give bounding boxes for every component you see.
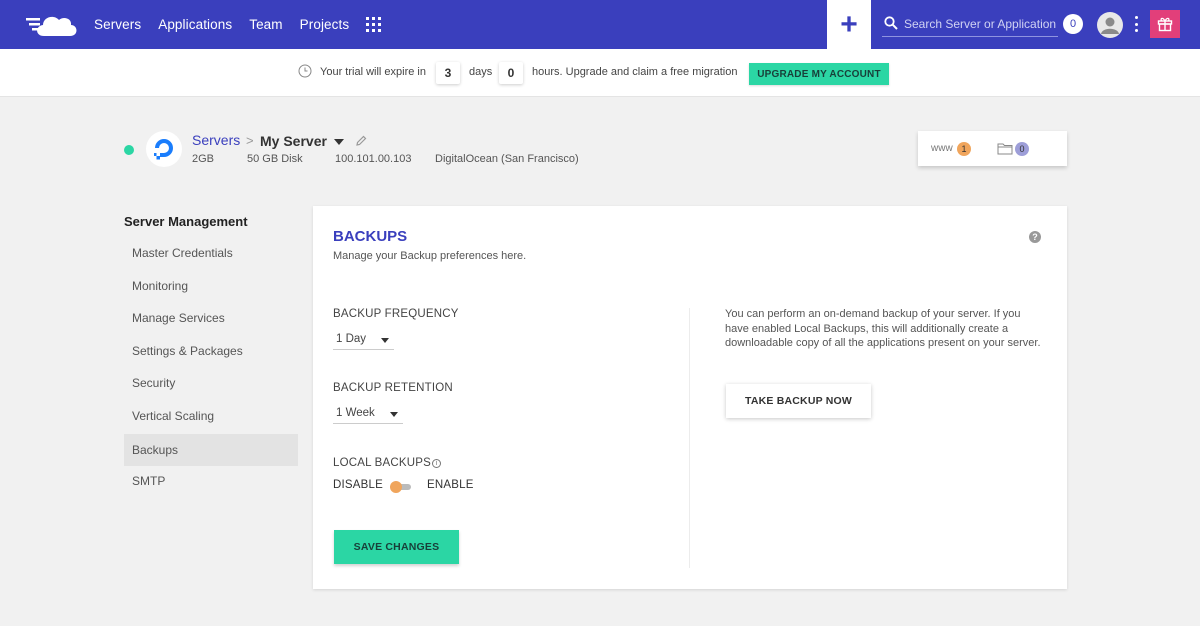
local-backups-label-text: LOCAL BACKUPS [333,457,432,469]
add-button[interactable]: + [827,0,871,49]
backups-panel: BACKUPS Manage your Backup preferences h… [313,206,1067,589]
sidebar-item-monitoring[interactable]: Monitoring [124,270,298,302]
nav-team[interactable]: Team [249,17,282,32]
sidebar-item-vertical-scaling[interactable]: Vertical Scaling [124,400,298,432]
panel-divider [689,308,690,568]
backup-frequency-label: BACKUP FREQUENCY [333,308,459,320]
save-changes-button[interactable]: SAVE CHANGES [334,530,459,564]
sidebar-item-manage-services[interactable]: Manage Services [124,302,298,334]
trial-prefix-text: Your trial will expire in [320,66,426,78]
search-input[interactable] [904,15,1058,33]
sidebar-item-security[interactable]: Security [124,367,298,399]
toggle-enable-label: ENABLE [427,479,474,491]
notification-count-badge[interactable]: 0 [1063,14,1083,34]
user-avatar-icon[interactable] [1097,12,1123,38]
sidebar-item-master-credentials[interactable]: Master Credentials [124,237,298,269]
trial-days-value: 3 [436,62,460,84]
backup-frequency-select[interactable]: 1 Day [333,328,394,350]
nav-projects[interactable]: Projects [300,17,350,32]
server-counts-card: www 1 0 [918,131,1067,166]
toggle-knob [390,481,402,493]
sidebar-title: Server Management [124,214,248,229]
backup-retention-select[interactable]: 1 Week [333,402,403,424]
upgrade-account-button[interactable]: UPGRADE MY ACCOUNT [749,63,889,85]
clock-icon [298,64,312,78]
local-backups-toggle[interactable] [390,481,412,493]
digitalocean-logo-icon [146,131,182,167]
breadcrumb-servers-link[interactable]: Servers [192,132,240,148]
page-title: BACKUPS [333,228,408,245]
sidebar-item-smtp[interactable]: SMTP [124,465,298,497]
grid-icon[interactable] [366,17,381,32]
backup-retention-label: BACKUP RETENTION [333,382,453,394]
backup-retention-value: 1 Week [336,406,375,419]
top-nav: Servers Applications Team Projects + 0 [0,0,1200,49]
search-box [882,12,1058,37]
chevron-down-icon [381,338,389,343]
server-ip: 100.101.00.103 [335,153,412,165]
www-icon[interactable]: www [931,143,953,154]
breadcrumb-separator: > [246,133,254,148]
edit-pencil-icon[interactable] [355,135,367,147]
local-backups-label: LOCAL BACKUPS i [333,457,442,469]
backup-frequency-value: 1 Day [336,332,367,345]
nav-servers[interactable]: Servers [94,17,141,32]
files-count-badge: 0 [1015,142,1029,156]
trial-banner: Your trial will expire in 3 days 0 hours… [0,49,1200,97]
toggle-disable-label: DISABLE [333,479,383,491]
folder-icon[interactable] [997,142,1013,155]
page-subtitle: Manage your Backup preferences here. [333,250,527,262]
on-demand-backup-description: You can perform an on-demand backup of y… [725,308,1041,349]
apps-count-badge: 1 [957,142,971,156]
server-status-indicator [124,145,134,155]
server-disk: 50 GB Disk [247,153,303,165]
server-name[interactable]: My Server [260,133,327,149]
kebab-icon[interactable] [1135,16,1139,32]
search-icon [884,16,898,30]
help-icon[interactable]: ? [1029,231,1041,243]
server-provider-location: DigitalOcean (San Francisco) [435,153,579,165]
cloud-logo-icon[interactable] [26,10,80,38]
sidebar-item-settings-packages[interactable]: Settings & Packages [124,335,298,367]
chevron-down-icon [390,412,398,417]
trial-hours-value: 0 [499,62,523,84]
trial-days-label: days [469,66,493,78]
main-nav: Servers Applications Team Projects [94,0,349,49]
server-switcher-caret-icon[interactable] [334,139,344,145]
sidebar-item-backups[interactable]: Backups [124,434,298,466]
trial-hours-label: hours. Upgrade and claim a free migratio… [532,66,738,78]
nav-applications[interactable]: Applications [158,17,232,32]
gift-icon[interactable] [1150,10,1180,38]
take-backup-now-button[interactable]: TAKE BACKUP NOW [726,384,871,418]
info-icon[interactable]: i [432,459,442,468]
server-ram: 2GB [192,153,215,165]
